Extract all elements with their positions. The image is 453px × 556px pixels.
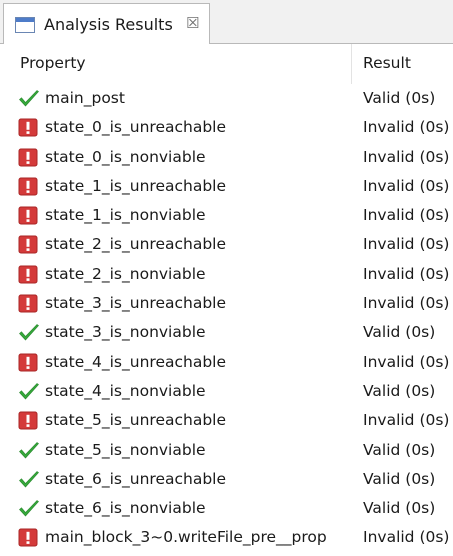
checkmark-icon [18, 382, 39, 401]
result-cell: Invalid (0s) [363, 294, 450, 313]
error-icon [18, 235, 38, 254]
error-icon [18, 206, 38, 225]
result-cell: Valid (0s) [363, 469, 436, 488]
checkmark-icon [18, 499, 39, 518]
result-cell: Invalid (0s) [363, 176, 450, 195]
table-row[interactable]: state_3_is_nonviable Valid (0s) [0, 318, 453, 347]
table-row[interactable]: state_1_is_nonviable Invalid (0s) [0, 201, 453, 230]
result-cell: Valid (0s) [363, 499, 436, 518]
result-cell: Invalid (0s) [363, 411, 450, 430]
error-icon [18, 265, 38, 284]
table-row[interactable]: main_block_3~0.writeFile_pre__prop Invali… [0, 523, 453, 552]
table-row[interactable]: state_0_is_nonviable Invalid (0s) [0, 143, 453, 172]
property-cell: state_3_is_nonviable [45, 323, 206, 342]
property-cell: state_2_is_unreachable [45, 235, 226, 254]
error-icon [18, 353, 38, 372]
error-icon [18, 118, 38, 137]
checkmark-icon [18, 470, 39, 489]
checkmark-icon [18, 323, 39, 342]
result-cell: Valid (0s) [363, 89, 436, 107]
property-cell: state_6_is_nonviable [45, 499, 206, 518]
error-icon [18, 411, 38, 430]
property-cell: state_0_is_unreachable [45, 118, 226, 137]
column-header-result[interactable]: Result [363, 54, 411, 72]
property-cell: state_6_is_unreachable [45, 469, 226, 488]
property-cell: state_3_is_unreachable [45, 294, 226, 313]
analysis-results-view: Analysis Results ☒ Property Result main_… [0, 0, 453, 556]
result-cell: Invalid (0s) [363, 235, 450, 254]
table-body: main_post Valid (0s) state_0_is_unreachabl… [0, 84, 453, 553]
property-cell: main_post [45, 89, 125, 107]
property-cell: state_4_is_nonviable [45, 381, 206, 400]
close-icon[interactable]: ☒ [186, 14, 199, 32]
checkmark-icon [18, 441, 39, 460]
table-row[interactable]: state_5_is_nonviable Valid (0s) [0, 436, 453, 465]
table-row[interactable]: state_6_is_nonviable Valid (0s) [0, 494, 453, 523]
property-cell: main_block_3~0.writeFile_pre__prop [45, 528, 327, 547]
result-cell: Invalid (0s) [363, 118, 450, 137]
view-window-icon [15, 17, 35, 33]
property-cell: state_2_is_nonviable [45, 264, 206, 283]
property-cell: state_0_is_nonviable [45, 147, 206, 166]
error-icon [18, 294, 38, 313]
table-row[interactable]: state_6_is_unreachable Valid (0s) [0, 465, 453, 494]
table-row[interactable]: state_5_is_unreachable Invalid (0s) [0, 406, 453, 435]
table-row[interactable]: state_2_is_nonviable Invalid (0s) [0, 260, 453, 289]
property-cell: state_1_is_nonviable [45, 206, 206, 225]
tab-title: Analysis Results [44, 15, 173, 34]
property-cell: state_5_is_nonviable [45, 440, 206, 459]
result-cell: Valid (0s) [363, 323, 436, 342]
table-row[interactable]: state_0_is_unreachable Invalid (0s) [0, 113, 453, 142]
error-icon [18, 528, 38, 547]
checkmark-icon [18, 89, 39, 108]
result-cell: Invalid (0s) [363, 528, 450, 547]
error-icon [18, 177, 38, 196]
results-table: Property Result main_post Valid (0s) state… [0, 44, 453, 556]
error-icon [18, 148, 38, 167]
table-row[interactable]: state_3_is_unreachable Invalid (0s) [0, 289, 453, 318]
result-cell: Invalid (0s) [363, 352, 450, 371]
column-header-property[interactable]: Property [20, 54, 86, 72]
result-cell: Invalid (0s) [363, 206, 450, 225]
table-row[interactable]: state_4_is_nonviable Valid (0s) [0, 377, 453, 406]
table-row[interactable]: state_1_is_unreachable Invalid (0s) [0, 172, 453, 201]
table-row[interactable]: state_4_is_unreachable Invalid (0s) [0, 348, 453, 377]
column-divider[interactable] [351, 44, 352, 84]
property-cell: state_1_is_unreachable [45, 176, 226, 195]
table-header: Property Result [0, 44, 453, 84]
table-row[interactable]: main_post Valid (0s) [0, 84, 453, 113]
property-cell: state_4_is_unreachable [45, 352, 226, 371]
result-cell: Invalid (0s) [363, 147, 450, 166]
result-cell: Invalid (0s) [363, 264, 450, 283]
table-row[interactable]: state_2_is_unreachable Invalid (0s) [0, 230, 453, 259]
view-tab-bar: Analysis Results ☒ [0, 0, 453, 44]
property-cell: state_5_is_unreachable [45, 411, 226, 430]
result-cell: Valid (0s) [363, 381, 436, 400]
analysis-results-tab[interactable]: Analysis Results ☒ [3, 3, 210, 44]
result-cell: Valid (0s) [363, 440, 436, 459]
